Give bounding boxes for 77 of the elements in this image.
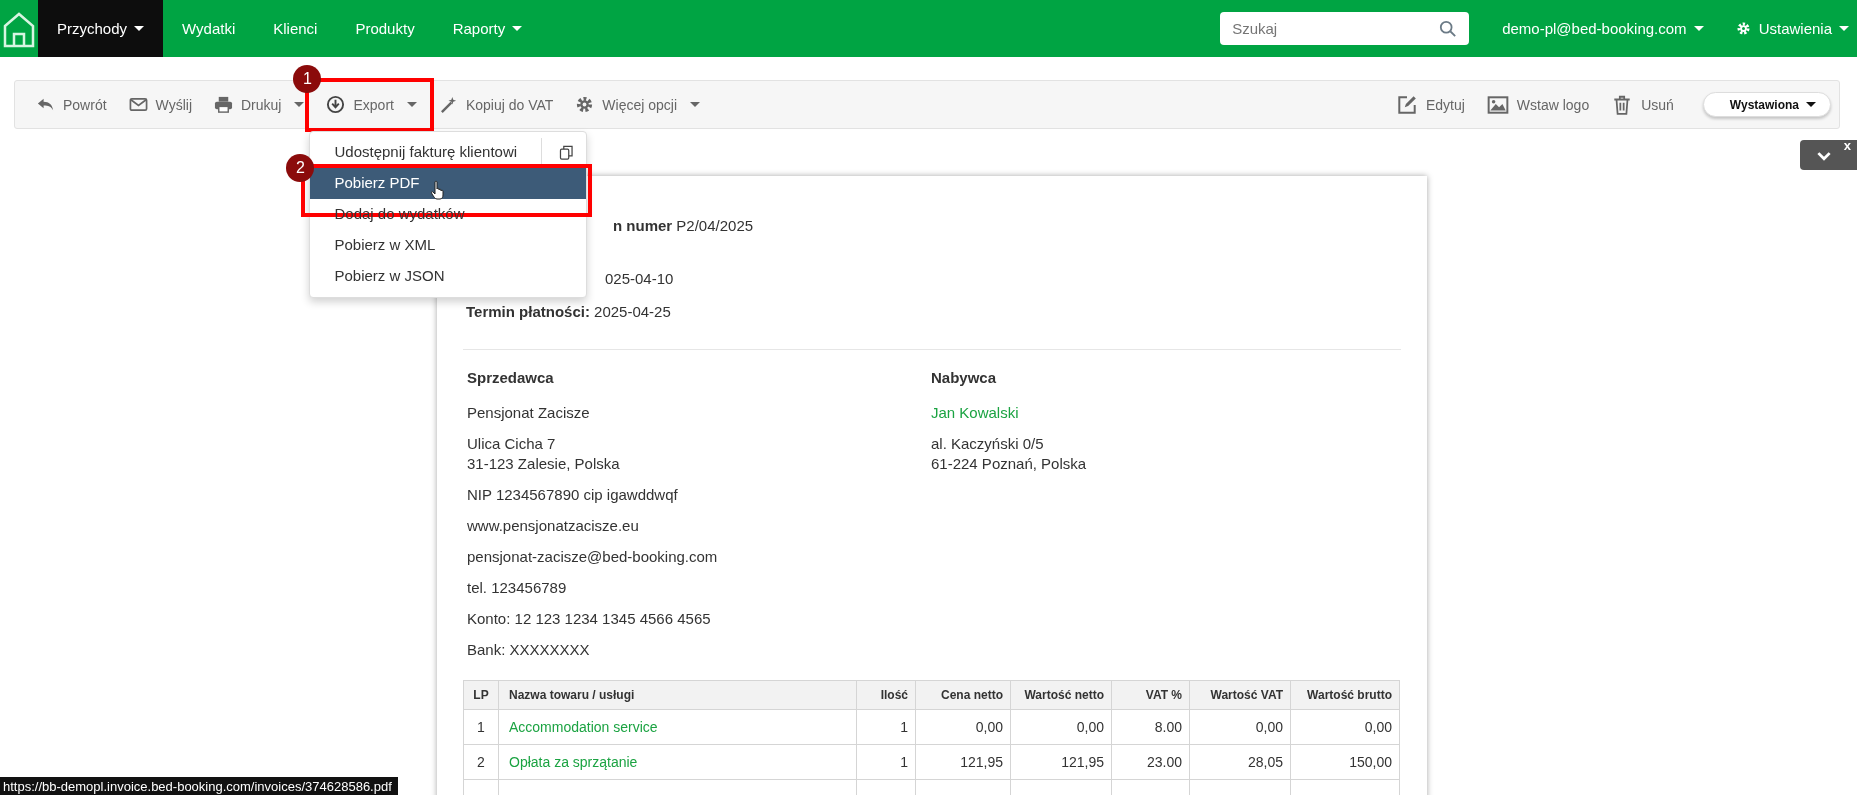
- table-cell: 121,95: [915, 744, 1011, 780]
- buyer-link[interactable]: Jan Kowalski: [931, 403, 1391, 423]
- toolbar-button[interactable]: Usuń: [1600, 84, 1685, 125]
- invoice-detail: 025-04-10: [604, 269, 675, 289]
- address-line: Bank: XXXXXXXX: [467, 640, 591, 660]
- address-line: al. Kaczyński 0/5: [931, 434, 1045, 454]
- nav-item[interactable]: Przychody: [38, 0, 164, 57]
- column-header: Cena netto: [915, 680, 1011, 710]
- status-dropdown[interactable]: Wystawiona: [1702, 92, 1831, 117]
- table-cell: 0,00: [1290, 709, 1400, 745]
- column-header: VAT %: [1111, 680, 1190, 710]
- address-line: Pensjonat Zacisze: [467, 403, 591, 423]
- menu-item[interactable]: Pobierz w JSON: [310, 260, 587, 292]
- search-icon[interactable]: [1439, 20, 1458, 38]
- nav-item[interactable]: Raporty: [433, 0, 542, 57]
- address-line: 31-123 Zalesie, Polska: [467, 454, 621, 474]
- menu-item[interactable]: Dodaj do wydatków: [310, 198, 587, 230]
- account-menu[interactable]: demo-pl@bed-booking.com: [1483, 0, 1736, 57]
- table-cell: 0,00: [1010, 709, 1112, 745]
- table-cell: 28,05: [1189, 744, 1291, 780]
- gear-icon: [575, 95, 595, 114]
- table-cell: 2: [463, 744, 499, 780]
- column-header: Ilość: [856, 680, 916, 710]
- toolbar-button[interactable]: Wyślij: [117, 84, 203, 125]
- column-header: Wartość netto: [1010, 680, 1112, 710]
- toolbar-button[interactable]: Powrót: [25, 84, 118, 125]
- table-cell: 150,00: [1290, 744, 1400, 780]
- table-cell: 0,00: [915, 709, 1011, 745]
- download-icon: [326, 95, 346, 114]
- image-icon: [1486, 93, 1509, 116]
- column-header: Wartość VAT: [1189, 680, 1291, 710]
- step-badge: 1: [293, 64, 322, 93]
- envelope-icon: [128, 95, 148, 114]
- address-line: Ulica Cicha 7: [467, 434, 557, 454]
- party-title: Sprzedawca: [467, 369, 555, 386]
- settings-icon[interactable]: [1735, 21, 1751, 36]
- edit-icon: [1395, 93, 1418, 116]
- invoice-detail: Termin płatności: 2025-04-25: [465, 302, 672, 322]
- address-line: tel. 123456789: [467, 578, 568, 598]
- table-cell: 23.00: [1111, 744, 1190, 780]
- toolbar-button[interactable]: Kopiuj do VAT: [427, 84, 565, 125]
- table-cell: 1: [856, 744, 916, 780]
- toolbar-button[interactable]: Edytuj: [1384, 84, 1476, 125]
- hand-cursor-icon: [430, 179, 447, 200]
- table-cell: 121,95: [1010, 744, 1112, 780]
- address-line: www.pensjonatzacisze.eu: [467, 516, 640, 536]
- item-link[interactable]: Accommodation service: [498, 709, 857, 745]
- table-cell: 1: [856, 709, 916, 745]
- party-title: Nabywca: [931, 369, 998, 386]
- invoice-detail: n numer P2/04/2025: [612, 216, 755, 236]
- table-cell: 0,00: [1189, 709, 1291, 745]
- search-field[interactable]: Szukaj: [1220, 12, 1470, 45]
- address-line: NIP 1234567890 cip igawddwqf: [467, 485, 679, 505]
- nav-item[interactable]: Klienci: [254, 0, 337, 57]
- toolbar-button[interactable]: Wstaw logo: [1475, 84, 1601, 125]
- step-badge: 2: [286, 153, 315, 182]
- address-line: 61-224 Poznań, Polska: [931, 454, 1088, 474]
- chevron-down-icon: [1817, 152, 1831, 161]
- address-line: pensjonat-zacisze@bed-booking.com: [467, 547, 719, 567]
- address-line: Konto: 12 123 1234 1345 4566 4565: [467, 609, 712, 629]
- menu-item[interactable]: Pobierz PDF: [310, 167, 587, 199]
- menu-item[interactable]: Pobierz w XML: [310, 229, 587, 261]
- column-header: Nazwa towaru / usługi: [498, 680, 857, 710]
- close-label[interactable]: x: [1843, 138, 1851, 153]
- panel-toggle[interactable]: x: [1800, 140, 1857, 170]
- nav-item[interactable]: Produkty: [336, 0, 434, 57]
- table-cell: 1: [463, 709, 499, 745]
- settings-menu[interactable]: Ustawienia: [1750, 0, 1857, 57]
- item-link[interactable]: Opłata za sprzątanie: [498, 744, 857, 780]
- printer-icon: [214, 95, 233, 114]
- status-url: https://bb-demopl.invoice.bed-booking.com/invoices/374628586.pdf: [0, 777, 398, 795]
- column-header: LP: [463, 680, 499, 710]
- column-header: Wartość brutto: [1290, 680, 1400, 710]
- nav-item[interactable]: Wydatki: [163, 0, 255, 57]
- magic-wand-icon: [438, 95, 458, 114]
- toolbar-button[interactable]: Więcej opcji: [564, 84, 712, 125]
- table-cell: 8.00: [1111, 709, 1190, 745]
